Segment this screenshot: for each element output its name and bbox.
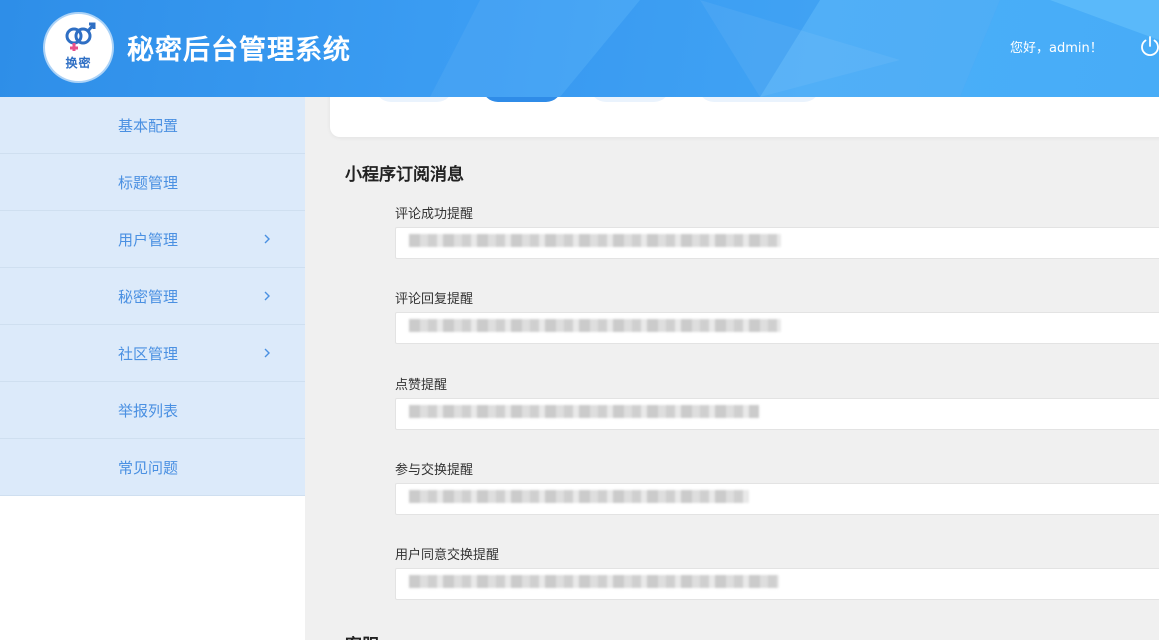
- section-title: 小程序订阅消息: [345, 165, 464, 185]
- sidebar-item-title-management[interactable]: 标题管理: [0, 154, 305, 211]
- field-label: 用户同意交换提醒: [395, 548, 500, 563]
- sidebar: 基本配置 标题管理 用户管理 秘密管理 社区管理 举报列表 常见问题: [0, 97, 305, 640]
- comment-reply-template-input[interactable]: [395, 312, 1159, 344]
- tab-active[interactable]: [482, 97, 562, 102]
- sidebar-item-community-management[interactable]: 社区管理: [0, 325, 305, 382]
- tabs-card: [330, 97, 1159, 137]
- sidebar-item-label: 社区管理: [118, 345, 179, 363]
- field-label: 评论成功提醒: [395, 207, 474, 222]
- sidebar-item-label: 常见问题: [118, 459, 179, 477]
- app-title: 秘密后台管理系统: [127, 35, 351, 66]
- field-label: 参与交换提醒: [395, 463, 474, 478]
- form-field: 评论成功提醒: [395, 206, 1159, 259]
- form-field: 点赞提醒: [395, 377, 1159, 430]
- logo: 换密: [45, 14, 112, 81]
- tab[interactable]: [375, 97, 453, 102]
- form-field: 评论回复提醒: [395, 291, 1159, 344]
- form-field: 参与交换提醒: [395, 462, 1159, 515]
- sidebar-item-label: 举报列表: [118, 402, 179, 420]
- sidebar-item-user-management[interactable]: 用户管理: [0, 211, 305, 268]
- tab[interactable]: [590, 97, 670, 102]
- chevron-right-icon: [264, 234, 270, 244]
- section-title-customer-service: 客服: [345, 631, 379, 640]
- sidebar-item-label: 秘密管理: [118, 288, 179, 306]
- chevron-right-icon: [264, 348, 270, 358]
- sidebar-item-report-list[interactable]: 举报列表: [0, 382, 305, 439]
- top-header: 换密 秘密后台管理系统 您好，admin！: [0, 0, 1159, 97]
- logout-button[interactable]: [1139, 35, 1159, 57]
- power-icon: [1141, 36, 1159, 57]
- comment-success-template-input[interactable]: [395, 227, 1159, 259]
- sidebar-menu: 基本配置 标题管理 用户管理 秘密管理 社区管理 举报列表 常见问题: [0, 97, 305, 496]
- tab[interactable]: [698, 97, 820, 102]
- join-exchange-template-input[interactable]: [395, 483, 1159, 515]
- sidebar-item-secret-management[interactable]: 秘密管理: [0, 268, 305, 325]
- field-label: 点赞提醒: [395, 378, 448, 393]
- sidebar-item-basic-config[interactable]: 基本配置: [0, 97, 305, 154]
- user-greeting: 您好，admin！: [1010, 41, 1103, 56]
- sidebar-item-label: 基本配置: [118, 117, 179, 135]
- sidebar-item-label: 标题管理: [118, 174, 179, 192]
- chevron-right-icon: [264, 291, 270, 301]
- sidebar-item-label: 用户管理: [118, 231, 179, 249]
- main-content: 小程序订阅消息 评论成功提醒 评论回复提醒 点赞提醒 参与交换提醒 用户同意交换…: [305, 97, 1159, 640]
- field-label: 评论回复提醒: [395, 292, 474, 307]
- sidebar-item-faq[interactable]: 常见问题: [0, 439, 305, 496]
- form-field: 用户同意交换提醒: [395, 547, 1159, 600]
- logo-text: 换密: [65, 56, 92, 70]
- agree-exchange-template-input[interactable]: [395, 568, 1159, 600]
- like-template-input[interactable]: [395, 398, 1159, 430]
